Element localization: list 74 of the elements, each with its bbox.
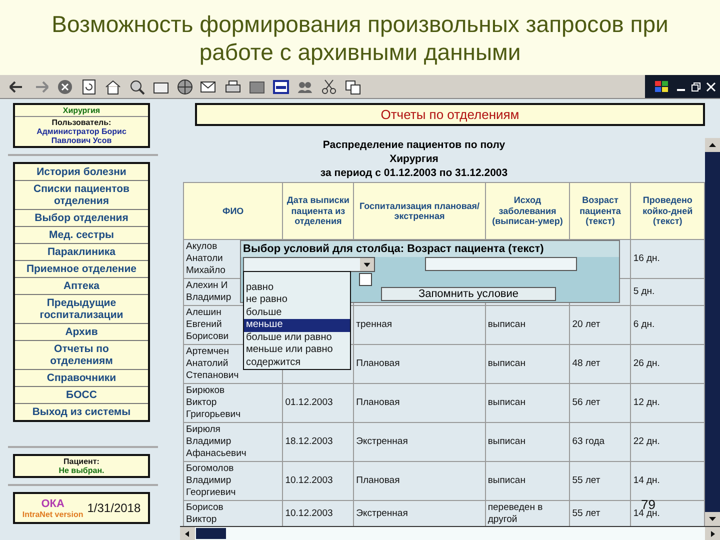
table-cell: 20 лет [570,306,631,344]
menu-item[interactable]: Справочники [15,370,148,387]
horizontal-scrollbar[interactable] [180,526,720,540]
copy-icon[interactable] [344,78,362,94]
table-cell: 48 лет [570,344,631,384]
menu-item[interactable]: Списки пациентов отделения [15,181,148,210]
column-header[interactable]: Исход заболевания (выписан-умер) [485,182,570,240]
page-title: Отчеты по отделениям [195,103,705,126]
report-title: за период с 01.12.2003 по 31.12.2003 [319,166,509,180]
menu-item[interactable]: Мед. сестры [15,227,148,244]
column-header[interactable]: ФИО [184,182,283,240]
table-cell: выписан [485,384,570,422]
table-cell: 18.12.2003 [282,422,354,462]
report-title: Распределение пациентов по полу [322,138,506,152]
table-cell: тренная [354,306,486,344]
table-cell: 55 лет [570,462,631,500]
table-cell: выписан [485,462,570,500]
window-icon[interactable] [272,78,290,94]
column-header[interactable]: Госпитализация плановая/экстренная [354,182,486,240]
menu-item[interactable]: Аптека [15,278,148,295]
menu-item[interactable]: Параклиника [15,244,148,261]
user-name: Администратор Борис Павлович Усов [36,127,128,145]
menu-item[interactable]: Выбор отделения [15,210,148,227]
close-icon[interactable] [706,82,716,92]
refresh-icon[interactable] [80,78,98,94]
globe-icon[interactable] [176,78,194,94]
table-cell: Плановая [354,344,486,384]
dropdown-option[interactable]: меньше [244,319,350,332]
search-icon[interactable] [128,78,146,94]
table-cell: Бирюля Владимир Афанасьевич [184,422,283,462]
menu-item[interactable]: Предыдущие госпитализации [15,295,148,324]
table-cell: Бирюков Виктор Григорьевич [184,384,283,422]
table-cell: 56 лет [570,384,631,422]
table-cell: 63 года [570,422,631,462]
dialog-title: Выбор условий для столбца: Возраст пациента (текст) [241,240,619,256]
patient-status: Не выбран. [58,466,106,475]
department-label: Хирургия [15,105,148,117]
scissors-icon[interactable] [320,78,338,94]
menu-item[interactable]: БОСС [15,387,148,404]
table-cell: Плановая [354,462,486,500]
stop-icon[interactable] [56,78,74,94]
table-cell: выписан [485,344,570,384]
user-label: Пользователь: [50,118,112,127]
table-cell: Экстренная [354,422,486,462]
menu-item[interactable]: Отчеты по отделениям [15,341,148,370]
save-condition-button[interactable]: Запомнить условие [381,287,556,301]
logo-caption: IntraNet version [22,510,84,518]
column-header[interactable]: Дата выписки пациента из отделения [282,182,354,240]
table-cell: выписан [485,422,570,462]
table-cell: 10.12.2003 [282,462,354,500]
table-cell: 01.12.2003 [282,384,354,422]
table-cell: Богомолов Владимир Георгиевич [184,462,283,500]
restore-icon[interactable] [691,82,701,92]
windows-flag-icon [653,78,671,94]
table-cell: выписан [485,306,570,344]
condition-select[interactable] [243,256,375,272]
slide-date: 1/31/2018 [87,501,141,515]
column-header[interactable]: Возраст пациента (текст) [570,182,631,240]
home-icon[interactable] [104,78,122,94]
report-title: Хирургия [388,152,440,166]
printer-icon[interactable] [224,78,242,94]
patient-label: Пациент: [62,457,100,466]
menu-item[interactable]: Выход из системы [15,404,148,420]
checkbox[interactable] [359,272,372,286]
slide-title: Возможность формирования произвольных запросов при работе с архивными данными [50,10,670,67]
table-cell: Плановая [354,384,486,422]
column-header[interactable]: Проведено койко-дней (текст) [630,182,704,240]
logo-text: ОКА [41,498,64,510]
menu-item[interactable]: История болезни [15,164,148,181]
mail-icon[interactable] [200,78,218,94]
scroll-thumb[interactable] [196,528,226,539]
menu-item[interactable]: Архив [15,324,148,341]
menu-item[interactable]: Приемное отделение [15,261,148,278]
value-field[interactable] [425,257,577,271]
